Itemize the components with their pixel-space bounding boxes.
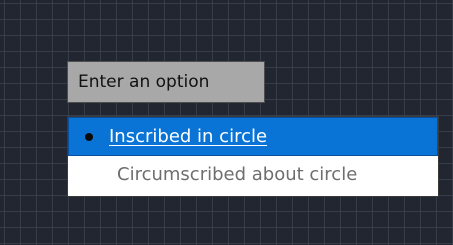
option-label: Circumscribed about circle <box>117 164 358 185</box>
option-label: Inscribed in circle <box>109 126 268 147</box>
option-inscribed-in-circle[interactable]: Inscribed in circle <box>68 117 438 156</box>
option-circumscribed-about-circle[interactable]: Circumscribed about circle <box>68 156 438 195</box>
option-list: Inscribed in circle Circumscribed about … <box>67 116 439 197</box>
selected-bullet-icon <box>85 133 93 141</box>
prompt-label: Enter an option <box>67 61 265 103</box>
